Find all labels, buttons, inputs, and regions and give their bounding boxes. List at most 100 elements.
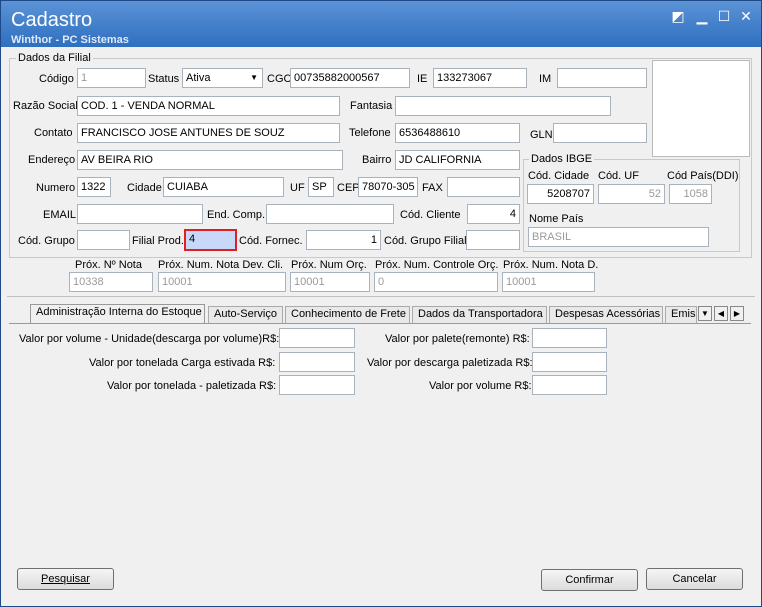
fantasia-label: Fantasia [350, 100, 393, 112]
cod-grupo-filial-label: Cód. Grupo Filial [384, 235, 467, 247]
end-comp-field[interactable] [266, 204, 394, 224]
uf-field[interactable]: SP [308, 177, 334, 197]
vol-descarga-label: Valor por volume - Unidade(descarga por … [19, 333, 280, 345]
cod-pais-label: Cód País(DDI) [667, 170, 739, 182]
contato-label: Contato [34, 127, 73, 139]
nome-pais-label: Nome País [529, 213, 584, 225]
por-volume-label: Valor por volume R$: [429, 380, 532, 392]
cod-fornec-label: Cód. Fornec. [239, 235, 303, 247]
tab-scroll-left-icon[interactable]: ◀ [714, 306, 728, 321]
cancelar-button[interactable]: Cancelar [646, 568, 743, 590]
cgc-field[interactable]: 00735882000567 [290, 68, 410, 88]
razao-social-field[interactable]: COD. 1 - VENDA NORMAL [77, 96, 340, 116]
por-volume-field[interactable] [532, 375, 607, 395]
fax-field[interactable] [447, 177, 520, 197]
cidade-field[interactable]: CUIABA [163, 177, 284, 197]
cod-cidade-field[interactable]: 5208707 [527, 184, 594, 204]
email-label: EMAIL [43, 209, 77, 221]
tab-administracao-estoque[interactable]: Administração Interna do Estoque [30, 304, 205, 324]
prox-controle-orc-field[interactable]: 0 [374, 272, 498, 292]
cod-uf-field[interactable]: 52 [598, 184, 665, 204]
prox-nota-dev-field[interactable]: 10001 [158, 272, 286, 292]
cod-cidade-label: Cód. Cidade [528, 170, 590, 182]
prox-nota-dev-label: Próx. Num. Nota Dev. Cli. [158, 259, 284, 271]
window-title: Cadastro [11, 9, 93, 31]
maximize-icon[interactable]: ☐ [715, 7, 733, 25]
prox-controle-orc-label: Próx. Num. Controle Orç. [375, 259, 499, 271]
ie-field[interactable]: 133273067 [433, 68, 527, 88]
separator [7, 296, 755, 297]
gln-field[interactable] [553, 123, 647, 143]
cod-fornec-field[interactable]: 1 [306, 230, 381, 250]
codigo-label: Código [39, 73, 74, 85]
contato-field[interactable]: FRANCISCO JOSE ANTUNES DE SOUZ [77, 123, 340, 143]
prox-num-orc-label: Próx. Num Orç. [291, 259, 367, 271]
codigo-field[interactable]: 1 [77, 68, 146, 88]
tab-baseline [9, 323, 751, 324]
confirmar-button[interactable]: Confirmar [541, 569, 638, 591]
tab-emissao[interactable]: Emiss [665, 306, 697, 323]
ton-estivada-field[interactable] [279, 352, 355, 372]
uf-label: UF [290, 182, 305, 194]
descarga-paletizada-label: Valor por descarga paletizada R$: [367, 357, 533, 369]
prox-nota-d-field[interactable]: 10001 [502, 272, 595, 292]
cod-grupo-field[interactable] [77, 230, 130, 250]
razao-social-label: Razão Social [13, 100, 78, 112]
photo-box [652, 60, 750, 157]
cidade-label: Cidade [127, 182, 162, 194]
close-icon[interactable]: ✕ [737, 7, 755, 25]
cod-pais-field[interactable]: 1058 [669, 184, 712, 204]
descarga-paletizada-field[interactable] [532, 352, 607, 372]
prox-nota-field[interactable]: 10338 [69, 272, 153, 292]
minimize-icon[interactable]: ▁ [693, 7, 711, 25]
cod-grupo-label: Cód. Grupo [18, 235, 75, 247]
cod-uf-label: Cód. UF [598, 170, 639, 182]
group-dados-ibge-title: Dados IBGE [529, 153, 595, 165]
tab-despesas-acessorias[interactable]: Despesas Acessórias [549, 306, 663, 323]
vol-descarga-field[interactable] [279, 328, 355, 348]
ton-estivada-label: Valor por tonelada Carga estivada R$: [89, 357, 276, 369]
endereco-label: Endereço [28, 154, 76, 166]
pesquisar-button[interactable]: Pesquisar [17, 568, 114, 590]
tab-list-dropdown-icon[interactable]: ▼ [698, 306, 712, 321]
end-comp-label: End. Comp. [207, 209, 266, 221]
prox-nota-label: Próx. Nº Nota [75, 259, 142, 271]
filial-prod-label: Filial Prod. [132, 235, 184, 247]
email-field[interactable] [77, 204, 203, 224]
title-bar: Cadastro Winthor - PC Sistemas ◩ ▁ ☐ ✕ [1, 1, 761, 47]
numero-field[interactable]: 1322 [77, 177, 111, 197]
tab-scroll-right-icon[interactable]: ▶ [730, 306, 744, 321]
tab-conhecimento-frete[interactable]: Conhecimento de Frete [285, 306, 410, 323]
telefone-label: Telefone [349, 127, 391, 139]
fantasia-field[interactable] [395, 96, 611, 116]
restore-icon[interactable]: ◩ [669, 7, 687, 25]
status-select[interactable]: Ativa ▼ [182, 68, 263, 88]
cod-cliente-field[interactable]: 4 [467, 204, 520, 224]
window-subtitle: Winthor - PC Sistemas [11, 34, 129, 46]
prox-num-orc-field[interactable]: 10001 [290, 272, 370, 292]
cadastro-window: Cadastro Winthor - PC Sistemas ◩ ▁ ☐ ✕ D… [0, 0, 762, 607]
cgc-label: CGC [267, 73, 292, 85]
tab-dados-transportadora[interactable]: Dados da Transportadora [412, 306, 547, 323]
palete-remonte-label: Valor por palete(remonte) R$: [385, 333, 530, 345]
palete-remonte-field[interactable] [532, 328, 607, 348]
cod-grupo-filial-field[interactable] [466, 230, 520, 250]
fax-label: FAX [422, 182, 443, 194]
filial-prod-field[interactable]: 4 [184, 229, 237, 251]
tab-auto-servico[interactable]: Auto-Serviço [208, 306, 283, 323]
im-field[interactable] [557, 68, 647, 88]
gln-label: GLN [530, 129, 553, 141]
status-value: Ativa [186, 72, 211, 84]
cep-field[interactable]: 78070-305 [358, 177, 418, 197]
bairro-field[interactable]: JD CALIFORNIA [395, 150, 520, 170]
cep-label: CEP [337, 182, 360, 194]
telefone-field[interactable]: 6536488610 [395, 123, 520, 143]
nome-pais-field[interactable]: BRASIL [528, 227, 709, 247]
numero-label: Numero [36, 182, 76, 194]
chevron-down-icon[interactable]: ▼ [250, 69, 258, 87]
ton-paletizada-label: Valor por tonelada - paletizada R$: [107, 380, 277, 392]
im-label: IM [539, 73, 552, 85]
status-label: Status [148, 73, 180, 85]
endereco-field[interactable]: AV BEIRA RIO [77, 150, 343, 170]
ton-paletizada-field[interactable] [279, 375, 355, 395]
